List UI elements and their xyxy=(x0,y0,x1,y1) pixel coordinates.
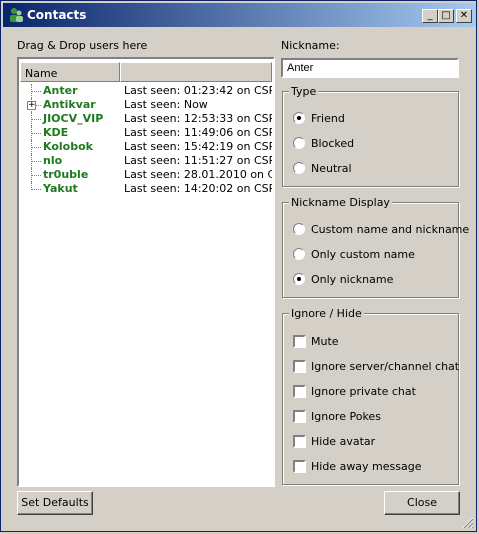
column-header-name[interactable]: Name xyxy=(20,62,120,82)
type-option-label: Blocked xyxy=(311,137,355,150)
resize-grip-icon[interactable] xyxy=(462,517,474,529)
contact-last-seen: Last seen: Now xyxy=(124,98,208,111)
radio-custom-and-nickname[interactable] xyxy=(293,223,305,235)
radio-blocked[interactable] xyxy=(293,137,305,149)
ignore-option-label: Ignore server/channel chat xyxy=(311,360,460,373)
contact-row[interactable]: JIOCV_VIP Last seen: 12:53:33 on CSR... xyxy=(22,112,272,126)
contact-row[interactable]: tr0uble Last seen: 28.01.2010 on C... xyxy=(22,168,272,182)
tree-line xyxy=(31,147,41,148)
display-option-label: Only custom name xyxy=(311,248,415,261)
radio-neutral[interactable] xyxy=(293,162,305,174)
contact-last-seen: Last seen: 14:20:02 on CSR... xyxy=(124,182,272,195)
radio-only-nickname[interactable] xyxy=(293,273,305,285)
display-option-label: Custom name and nickname xyxy=(311,223,470,236)
window-title: Contacts xyxy=(27,8,87,22)
tree-line xyxy=(31,119,41,120)
ignore-option-label: Hide avatar xyxy=(311,435,376,448)
checkbox-private-chat[interactable] xyxy=(293,385,306,398)
type-group: Type Friend Blocked Neutral xyxy=(282,85,459,187)
maximize-button[interactable]: □ xyxy=(438,9,454,23)
contact-row[interactable]: Yakut Last seen: 14:20:02 on CSR... xyxy=(22,182,272,196)
column-header-status[interactable] xyxy=(120,62,272,82)
expand-icon[interactable]: + xyxy=(27,101,36,110)
drag-drop-label: Drag & Drop users here xyxy=(17,39,148,52)
close-button[interactable]: Close xyxy=(384,491,460,515)
type-option-label: Friend xyxy=(311,112,345,125)
tree-line xyxy=(31,133,41,134)
contact-row[interactable]: Kolobok Last seen: 15:42:19 on CSR... xyxy=(22,140,272,154)
contact-row[interactable]: Anter Last seen: 01:23:42 on CSR... xyxy=(22,84,272,98)
checkbox-server-channel-chat[interactable] xyxy=(293,360,306,373)
ignore-option-label: Ignore Pokes xyxy=(311,410,381,423)
nickname-display-group: Nickname Display Custom name and nicknam… xyxy=(282,196,469,298)
tree-line xyxy=(31,161,41,162)
contact-last-seen: Last seen: 12:53:33 on CSR... xyxy=(124,112,272,125)
checkbox-hide-avatar[interactable] xyxy=(293,435,306,448)
contact-last-seen: Last seen: 11:49:06 on CSR... xyxy=(124,126,272,139)
nickname-display-group-title: Nickname Display xyxy=(289,196,392,209)
contact-name: nlo xyxy=(43,154,63,167)
title-bar[interactable]: Contacts _ □ ✕ xyxy=(3,3,476,27)
contact-name: KDE xyxy=(43,126,69,139)
radio-only-custom-name[interactable] xyxy=(293,248,305,260)
ignore-hide-group-title: Ignore / Hide xyxy=(289,307,364,320)
contact-last-seen: Last seen: 15:42:19 on CSR... xyxy=(124,140,272,153)
ignore-option-label: Hide away message xyxy=(311,460,422,473)
radio-friend[interactable] xyxy=(293,112,305,124)
type-group-title: Type xyxy=(289,85,319,98)
nickname-input[interactable] xyxy=(281,58,459,78)
contact-name: Yakut xyxy=(43,182,78,195)
close-window-button[interactable]: ✕ xyxy=(456,9,472,23)
display-option-label: Only nickname xyxy=(311,273,394,286)
tree-line xyxy=(31,189,41,190)
set-defaults-button[interactable]: Set Defaults xyxy=(17,491,93,515)
contact-name: Antikvar xyxy=(43,98,96,111)
contacts-icon xyxy=(10,8,23,22)
contact-name: Anter xyxy=(43,84,78,97)
checkbox-pokes[interactable] xyxy=(293,410,306,423)
contact-name: Kolobok xyxy=(43,140,93,153)
contact-name: tr0uble xyxy=(43,168,89,181)
contacts-list[interactable]: Name Anter Last seen: 01:23:42 on CSR... +… xyxy=(17,57,275,487)
contact-last-seen: Last seen: 01:23:42 on CSR... xyxy=(124,84,272,97)
contact-row[interactable]: + Antikvar Last seen: Now xyxy=(22,98,272,112)
contact-row[interactable]: KDE Last seen: 11:49:06 on CSR... xyxy=(22,126,272,140)
type-option-label: Neutral xyxy=(311,162,352,175)
checkbox-hide-away-message[interactable] xyxy=(293,460,306,473)
minimize-button[interactable]: _ xyxy=(422,9,438,23)
nickname-label: Nickname: xyxy=(281,39,340,52)
tree-line xyxy=(31,91,41,92)
ignore-option-label: Ignore private chat xyxy=(311,385,416,398)
ignore-hide-group: Ignore / Hide Mute Ignore server/channel… xyxy=(282,307,460,485)
contacts-window: Contacts _ □ ✕ Drag & Drop users here Na… xyxy=(0,0,477,532)
checkbox-mute[interactable] xyxy=(293,335,306,348)
tree-line xyxy=(31,175,41,176)
contact-row[interactable]: nlo Last seen: 11:51:27 on CSR... xyxy=(22,154,272,168)
contact-last-seen: Last seen: 11:51:27 on CSR... xyxy=(124,154,272,167)
contact-name: JIOCV_VIP xyxy=(43,112,104,125)
ignore-option-label: Mute xyxy=(311,335,339,348)
contact-last-seen: Last seen: 28.01.2010 on C... xyxy=(124,168,272,181)
